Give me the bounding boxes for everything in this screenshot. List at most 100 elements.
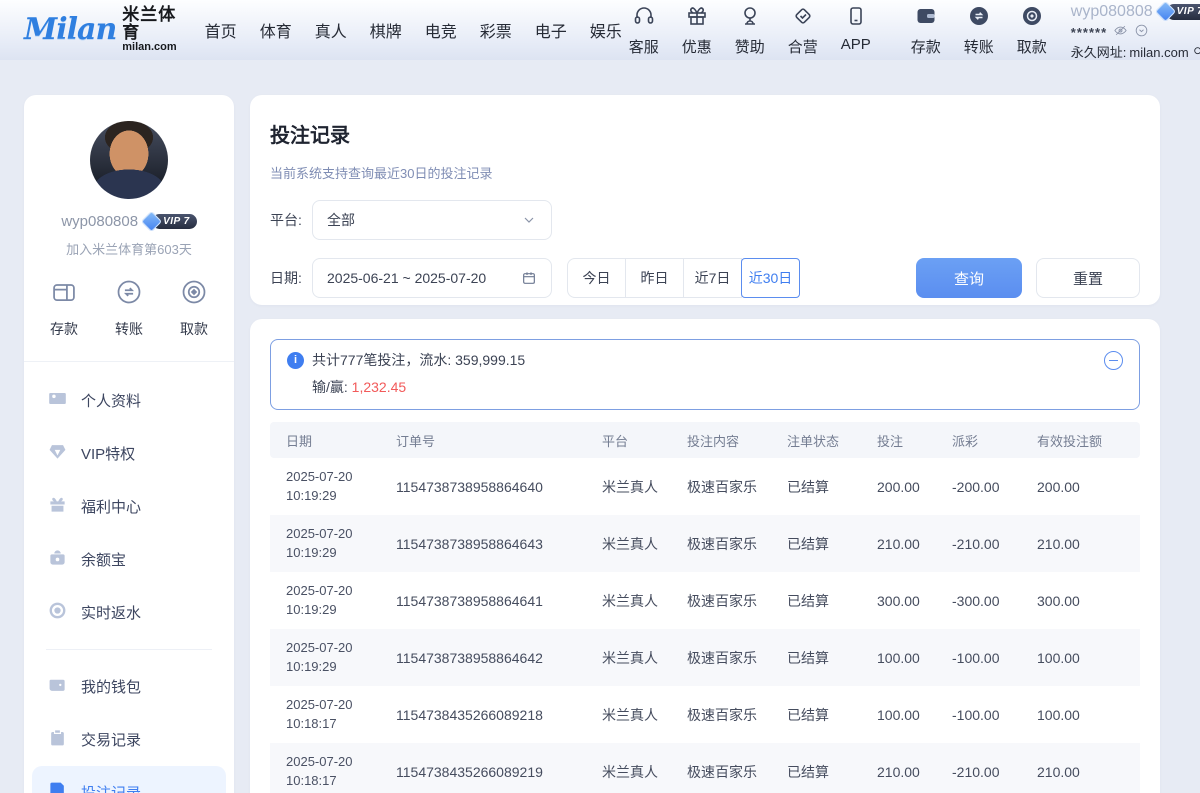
cell-status: 已结算 <box>787 458 877 515</box>
sidebar-item-welfare[interactable]: 福利中心 <box>32 480 226 533</box>
quick-deposit-button[interactable]: 存款 <box>50 278 78 339</box>
sidebar-item-label: VIP特权 <box>81 443 135 464</box>
cell-order-no: 1154738738958864642 <box>396 629 602 686</box>
phone-icon <box>844 4 868 33</box>
quick-deposit-label: 存款 <box>50 319 78 339</box>
cell-payout: -300.00 <box>952 572 1037 629</box>
collapse-icon[interactable] <box>1104 351 1123 370</box>
reset-button[interactable]: 重置 <box>1036 258 1140 298</box>
site-logo[interactable]: Milan 米兰体育 milan.com <box>24 6 177 53</box>
cell-bet-content: 极速百家乐 <box>687 458 787 515</box>
sidebar-item-vip[interactable]: VIP特权 <box>32 427 226 480</box>
cell-order-no: 1154738738958864641 <box>396 572 602 629</box>
sidebar-item-label: 投注记录 <box>81 782 141 793</box>
cell-bet-content: 极速百家乐 <box>687 686 787 743</box>
service-sponsor-label: 赞助 <box>735 36 765 57</box>
withdraw-icon <box>1020 4 1044 33</box>
cell-date: 2025-07-20 10:19:29 <box>270 572 396 629</box>
cell-order-no: 1154738738958864643 <box>396 515 602 572</box>
chevron-circle-icon[interactable] <box>1134 23 1149 44</box>
quick-transfer-button[interactable]: 转账 <box>115 278 143 339</box>
bet-records-icon <box>48 781 67 793</box>
cell-valid-amount: 300.00 <box>1037 572 1140 629</box>
cell-platform: 米兰真人 <box>602 458 687 515</box>
nav-item-sports[interactable]: 体育 <box>260 18 292 42</box>
service-app-label: APP <box>841 36 871 53</box>
nav-item-home[interactable]: 首页 <box>205 18 237 42</box>
service-partnership[interactable]: 合营 <box>781 0 825 57</box>
sidebar-avatar[interactable] <box>90 121 168 199</box>
service-support[interactable]: 客服 <box>622 0 666 57</box>
cell-payout: -100.00 <box>952 686 1037 743</box>
header-deposit-label: 存款 <box>911 36 941 57</box>
range-today-button[interactable]: 今日 <box>567 258 626 298</box>
sidebar-menu: 个人资料 VIP特权 福利中心 余额宝 实时返水 我的钱包 <box>24 362 234 793</box>
range-yesterday-button[interactable]: 昨日 <box>625 258 684 298</box>
table-row[interactable]: 2025-07-20 10:19:29 1154738738958864643 … <box>270 515 1140 572</box>
date-range-input[interactable]: 2025-06-21 ~ 2025-07-20 <box>312 258 552 298</box>
sidebar-item-yuebao[interactable]: 余额宝 <box>32 533 226 586</box>
service-sponsor[interactable]: 赞助 <box>728 0 772 57</box>
cell-payout: -210.00 <box>952 515 1037 572</box>
nav-item-live-casino[interactable]: 真人 <box>315 18 347 42</box>
cell-valid-amount: 100.00 <box>1037 629 1140 686</box>
id-card-icon <box>48 389 67 412</box>
search-icon[interactable] <box>1192 45 1200 62</box>
header-withdraw[interactable]: 取款 <box>1010 0 1054 57</box>
col-platform: 平台 <box>602 422 687 458</box>
cell-date: 2025-07-20 10:18:17 <box>270 743 396 793</box>
table-row[interactable]: 2025-07-20 10:18:17 1154738435266089219 … <box>270 743 1140 793</box>
summary-bar: i 共计777笔投注，流水: 359,999.15 输/赢: 1,232.45 <box>270 339 1140 410</box>
nav-item-lottery[interactable]: 彩票 <box>480 18 512 42</box>
table-row[interactable]: 2025-07-20 10:19:29 1154738738958864642 … <box>270 629 1140 686</box>
table-row[interactable]: 2025-07-20 10:19:29 1154738738958864641 … <box>270 572 1140 629</box>
table-row[interactable]: 2025-07-20 10:18:17 1154738435266089218 … <box>270 686 1140 743</box>
cell-bet-content: 极速百家乐 <box>687 572 787 629</box>
cell-date: 2025-07-20 10:18:17 <box>270 686 396 743</box>
cell-order-no: 1154738435266089219 <box>396 743 602 793</box>
nav-item-esports[interactable]: 电竞 <box>425 18 457 42</box>
platform-select[interactable]: 全部 <box>312 200 552 240</box>
sidebar-item-label: 余额宝 <box>81 549 126 570</box>
my-wallet-icon <box>48 675 67 698</box>
query-button[interactable]: 查询 <box>916 258 1022 298</box>
sidebar-item-profile[interactable]: 个人资料 <box>32 374 226 427</box>
bet-table-body: 2025-07-20 10:19:29 1154738738958864640 … <box>270 458 1140 793</box>
piggy-icon <box>48 548 67 571</box>
headset-icon <box>632 4 656 33</box>
filter-card: 投注记录 当前系统支持查询最近30日的投注记录 平台: 全部 日期: 2025-… <box>250 95 1160 305</box>
range-30days-button[interactable]: 近30日 <box>741 258 800 298</box>
header-transfer[interactable]: 转账 <box>957 0 1001 57</box>
nav-item-entertainment[interactable]: 娱乐 <box>590 18 622 42</box>
bet-records-table: 日期 订单号 平台 投注内容 注单状态 投注 派彩 有效投注额 2025-07-… <box>270 422 1140 793</box>
profile-sidebar: wyp080808 VIP 7 加入米兰体育第603天 存款 转账 取款 <box>24 95 234 793</box>
service-app[interactable]: APP <box>834 0 878 53</box>
sidebar-item-bet-records[interactable]: 投注记录 <box>32 766 226 793</box>
sidebar-item-transactions[interactable]: 交易记录 <box>32 713 226 766</box>
cell-order-no: 1154738435266089218 <box>396 686 602 743</box>
range-7days-button[interactable]: 近7日 <box>683 258 742 298</box>
quick-withdraw-button[interactable]: 取款 <box>180 278 208 339</box>
table-row[interactable]: 2025-07-20 10:19:29 1154738738958864640 … <box>270 458 1140 515</box>
cell-platform: 米兰真人 <box>602 686 687 743</box>
nav-item-chess[interactable]: 棋牌 <box>370 18 402 42</box>
info-icon: i <box>287 352 304 369</box>
sidebar-vip-badge: VIP 7 <box>144 214 197 230</box>
main-nav: 首页 体育 真人 棋牌 电竞 彩票 电子 娱乐 <box>205 18 622 42</box>
sidebar-item-wallet[interactable]: 我的钱包 <box>32 660 226 713</box>
summary-totals-text: 共计777笔投注，流水: 359,999.15 <box>312 350 525 370</box>
calendar-icon <box>521 270 537 286</box>
cell-order-no: 1154738738958864640 <box>396 458 602 515</box>
nav-item-slots[interactable]: 电子 <box>535 18 567 42</box>
platform-selected-value: 全部 <box>327 210 355 230</box>
cell-platform: 米兰真人 <box>602 629 687 686</box>
eye-off-icon[interactable] <box>1113 23 1128 44</box>
cell-bet-amount: 200.00 <box>877 458 952 515</box>
header-deposit[interactable]: 存款 <box>904 0 948 57</box>
sidebar-item-rebate[interactable]: 实时返水 <box>32 586 226 639</box>
cell-bet-amount: 300.00 <box>877 572 952 629</box>
sidebar-item-label: 个人资料 <box>81 390 141 411</box>
service-promotions[interactable]: 优惠 <box>675 0 719 57</box>
service-support-label: 客服 <box>629 36 659 57</box>
withdraw-icon <box>180 278 208 311</box>
